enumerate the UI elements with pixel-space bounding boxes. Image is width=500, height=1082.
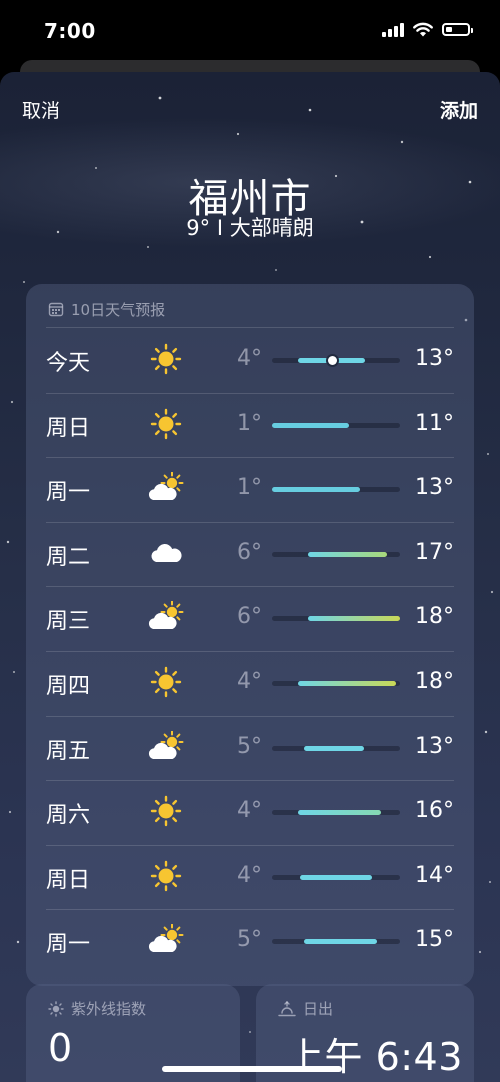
low-temperature: 5° <box>237 733 262 759</box>
current-conditions: 9° I 大部晴朗 <box>186 216 314 240</box>
current-temperature-dot <box>327 356 337 365</box>
forecast-row[interactable]: 周一 1° 13° <box>26 457 474 522</box>
forecast-row[interactable]: 周六 4° 16° <box>26 780 474 845</box>
wifi-icon <box>413 22 433 37</box>
forecast-row[interactable]: 周四 4° 18° <box>26 650 474 716</box>
high-temperature: 18° <box>415 668 454 694</box>
sunrise-icon <box>278 1000 296 1016</box>
partly-cloudy-icon <box>148 923 184 956</box>
uv-value: 0 <box>48 1026 73 1070</box>
low-temperature: 1° <box>237 475 262 501</box>
low-temperature: 6° <box>237 604 262 630</box>
forecast-row[interactable]: 周日 4° 14° <box>26 844 474 910</box>
cellular-signal-icon <box>382 22 404 37</box>
high-temperature: 17° <box>415 539 454 565</box>
high-temperature: 13° <box>415 733 454 759</box>
uv-header-label: 紫外线指数 <box>71 1000 147 1018</box>
temperature-range-bar <box>272 680 400 686</box>
battery-icon <box>442 23 473 36</box>
partly-cloudy-icon <box>148 600 184 633</box>
low-temperature: 4° <box>237 668 262 694</box>
forecast-row[interactable]: 周五 5° 13° <box>26 715 474 781</box>
low-temperature: 1° <box>237 410 262 436</box>
high-temperature: 13° <box>415 475 454 501</box>
add-location-sheet: 取消 添加 福州市 9° I 大部晴朗 10日天气预报 今天 4° 13° 周日 1° 1… <box>0 72 500 1082</box>
temperature-range-fill <box>304 939 377 945</box>
cancel-button[interactable]: 取消 <box>22 96 60 123</box>
low-temperature: 5° <box>237 927 262 953</box>
calendar-icon <box>48 302 64 317</box>
add-button[interactable]: 添加 <box>440 96 478 123</box>
cloud-icon <box>148 537 184 569</box>
temperature-range-fill <box>304 745 365 751</box>
forecast-day-label: 周日 <box>46 867 91 893</box>
status-bar: 7:00 <box>0 0 500 62</box>
home-indicator[interactable] <box>162 1066 342 1072</box>
forecast-day-label: 周一 <box>46 480 91 506</box>
forecast-day-label: 周三 <box>46 609 91 635</box>
sun-icon <box>148 860 184 892</box>
forecast-row[interactable]: 周二 6° 17° <box>26 521 474 587</box>
uv-header: 紫外线指数 <box>48 998 146 1019</box>
temperature-range-bar <box>272 487 400 493</box>
low-temperature: 4° <box>237 798 262 824</box>
sun-icon <box>148 795 184 827</box>
forecast-header-label: 10日天气预报 <box>71 300 166 319</box>
temperature-range-bar <box>272 356 400 365</box>
ten-day-forecast-card[interactable]: 10日天气预报 今天 4° 13° 周日 1° 11° 周一 1° 13° 周二 6° 17° 周三 6°… <box>26 284 474 986</box>
temperature-range-fill <box>300 874 372 880</box>
partly-cloudy-icon <box>148 471 184 504</box>
partly-cloudy-icon <box>148 730 184 763</box>
temperature-range-fill <box>307 551 388 557</box>
high-temperature: 16° <box>415 798 454 824</box>
sunrise-header: 日出 <box>278 998 333 1019</box>
high-temperature: 14° <box>415 862 454 888</box>
forecast-day-label: 周五 <box>46 738 91 764</box>
temperature-range-bar <box>272 874 400 880</box>
forecast-list: 今天 4° 13° 周日 1° 11° 周一 1° 13° 周二 6° 17° 周三 6° 18° 周四 4° 1… <box>26 328 474 974</box>
temperature-range-bar <box>272 939 400 945</box>
forecast-day-label: 周六 <box>46 803 91 829</box>
sunrise-header-label: 日出 <box>303 1000 334 1018</box>
sunrise-value: 上午 6:43 <box>286 1035 463 1079</box>
high-temperature: 15° <box>415 927 454 953</box>
temperature-range-bar <box>272 551 400 557</box>
sun-icon <box>148 408 184 440</box>
sun-small-icon <box>48 1000 64 1017</box>
forecast-row[interactable]: 周一 5° 15° <box>26 909 474 974</box>
forecast-header: 10日天气预报 <box>48 299 165 319</box>
forecast-day-label: 周日 <box>46 415 91 441</box>
temperature-range-bar <box>272 422 400 428</box>
temperature-range-fill <box>307 616 400 622</box>
high-temperature: 18° <box>415 604 454 630</box>
temperature-range-bar <box>272 745 400 751</box>
temperature-range-fill <box>272 422 349 428</box>
low-temperature: 6° <box>237 539 262 565</box>
temperature-range-bar <box>272 810 400 816</box>
forecast-day-label: 今天 <box>46 351 91 376</box>
status-time: 7:00 <box>44 19 96 43</box>
forecast-day-label: 周一 <box>46 932 91 958</box>
sun-icon <box>148 666 184 698</box>
temperature-range-fill <box>272 487 361 493</box>
status-icons <box>382 22 473 37</box>
sun-icon <box>148 343 184 375</box>
forecast-day-label: 周四 <box>46 673 91 699</box>
temperature-range-fill <box>297 680 397 686</box>
low-temperature: 4° <box>237 862 262 888</box>
temperature-range-fill <box>297 810 381 816</box>
low-temperature: 4° <box>237 346 262 371</box>
high-temperature: 13° <box>415 346 454 371</box>
forecast-row[interactable]: 周日 1° 11° <box>26 392 474 458</box>
forecast-row[interactable]: 周三 6° 18° <box>26 586 474 651</box>
high-temperature: 11° <box>415 410 454 436</box>
temperature-range-bar <box>272 616 400 622</box>
forecast-day-label: 周二 <box>46 544 91 570</box>
forecast-row[interactable]: 今天 4° 13° <box>26 328 474 393</box>
